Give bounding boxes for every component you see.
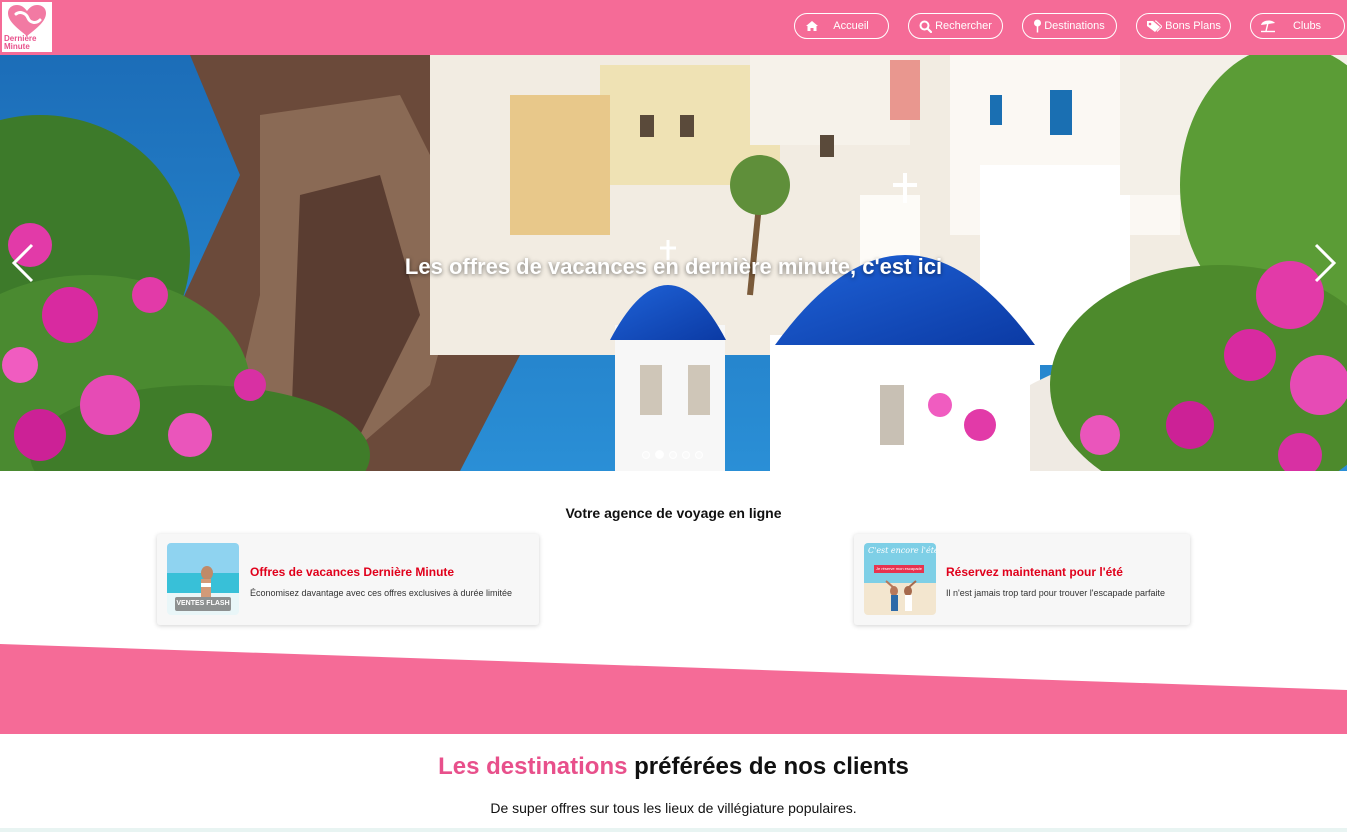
slider-dot[interactable] xyxy=(695,451,703,459)
agency-section-title: Votre agence de voyage en ligne xyxy=(565,505,782,521)
destinations-title-rest: préférées de nos clients xyxy=(627,753,909,780)
nav-accueil-label: Accueil xyxy=(833,20,869,32)
chevron-left-icon xyxy=(11,243,34,283)
offer-card-description: Économisez davantage avec ces offres exc… xyxy=(250,588,512,598)
offer-card-thumbnail: VENTES FLASH xyxy=(167,543,239,615)
nav-rechercher-label: Rechercher xyxy=(935,20,992,32)
nav-destinations[interactable]: Destinations xyxy=(1022,13,1117,39)
offer-card-summer[interactable]: C'est encore l'été Je réserve mon escapa… xyxy=(854,534,1190,625)
site-logo[interactable]: Dernière Minute xyxy=(2,2,52,52)
nav-clubs[interactable]: Clubs xyxy=(1250,13,1345,39)
offer-card-thumbnail: C'est encore l'été Je réserve mon escapa… xyxy=(864,543,936,615)
nav-rechercher[interactable]: Rechercher xyxy=(908,13,1003,39)
tags-icon xyxy=(1146,18,1162,34)
slider-prev-button[interactable] xyxy=(6,241,40,285)
slider-dot[interactable] xyxy=(642,451,650,459)
map-pin-icon xyxy=(1031,18,1043,34)
slider-pagination xyxy=(642,450,703,459)
offer-card-description: Il n'est jamais trop tard pour trouver l… xyxy=(946,588,1166,598)
hero-title: Les offres de vacances en dernière minut… xyxy=(404,254,943,279)
offer-card-title: Réservez maintenant pour l'été xyxy=(946,565,1123,579)
search-icon xyxy=(917,18,933,34)
slider-next-button[interactable] xyxy=(1308,241,1342,285)
offer-card-last-minute[interactable]: VENTES FLASH Offres de vacances Dernière… xyxy=(157,534,539,625)
summer-script-text: C'est encore l'été xyxy=(868,546,936,555)
site-header: Dernière Minute Accueil Rechercher Desti… xyxy=(0,0,1347,55)
offer-card-title: Offres de vacances Dernière Minute xyxy=(250,565,455,579)
slider-dot[interactable] xyxy=(669,451,677,459)
beach-umbrella-icon xyxy=(1260,18,1276,34)
nav-bons-plans-label: Bons Plans xyxy=(1165,20,1221,32)
section-bottom-edge xyxy=(0,828,1347,832)
slider-dot[interactable] xyxy=(682,451,690,459)
destinations-subtitle: De super offres sur tous les lieux de vi… xyxy=(490,800,857,816)
summer-thumb-button: Je réserve mon escapade xyxy=(875,566,923,571)
destinations-title-highlight: Les destinations xyxy=(438,753,628,780)
destinations-title: Les destinations préférées de nos client… xyxy=(0,753,1347,781)
nav-accueil[interactable]: Accueil xyxy=(794,13,889,39)
nav-clubs-label: Clubs xyxy=(1292,20,1322,32)
slider-dot-active[interactable] xyxy=(655,450,664,459)
pink-divider-band xyxy=(0,644,1347,734)
nav-bons-plans[interactable]: Bons Plans xyxy=(1136,13,1231,39)
logo-text: Dernière Minute xyxy=(4,34,37,51)
ventes-flash-badge: VENTES FLASH xyxy=(176,600,230,607)
nav-destinations-label: Destinations xyxy=(1044,20,1105,32)
home-icon xyxy=(804,18,820,34)
chevron-right-icon xyxy=(1314,243,1337,283)
hero-slider: Les offres de vacances en dernière minut… xyxy=(0,55,1347,471)
heart-logo-icon xyxy=(8,5,46,36)
